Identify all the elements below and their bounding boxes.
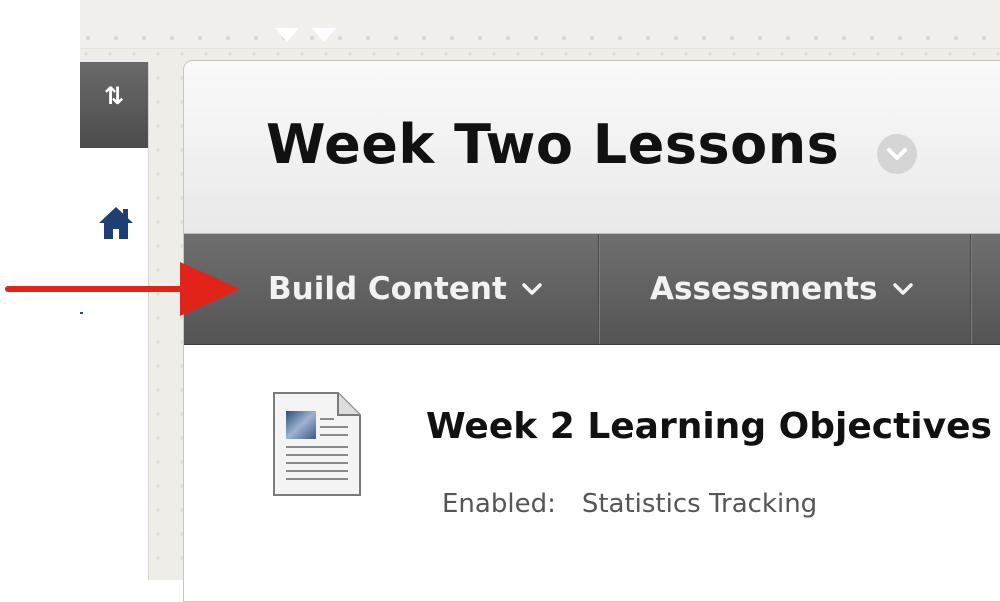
- content-item-title[interactable]: Week 2 Learning Objectives: [426, 406, 992, 447]
- home-icon[interactable]: [97, 205, 135, 241]
- page-title: Week Two Lessons: [266, 113, 840, 176]
- assessments-label: Assessments: [650, 271, 878, 307]
- chevron-down-circle-icon[interactable]: [877, 134, 917, 174]
- build-content-label: Build Content: [268, 271, 507, 307]
- sort-glyph: ⇅: [103, 82, 125, 110]
- meta-value: Statistics Tracking: [581, 489, 818, 519]
- action-bar: Build Content Assessments: [184, 234, 1000, 345]
- meta-label: Enabled:: [442, 489, 556, 519]
- chevron-down-icon: [892, 283, 913, 295]
- build-content-button[interactable]: Build Content: [268, 234, 543, 344]
- red-arrow-icon: [5, 262, 240, 316]
- assessments-button[interactable]: Assessments: [650, 234, 914, 344]
- content-panel: Week Two Lessons Build Content Assessmen…: [183, 60, 1000, 602]
- banner-notch-decoration: [275, 28, 299, 42]
- sort-arrows-icon[interactable]: ⇅: [80, 62, 148, 148]
- page-header: Week Two Lessons: [184, 61, 1000, 234]
- action-bar-divider: [970, 234, 971, 344]
- content-item-meta: Enabled: Statistics Tracking: [442, 489, 817, 519]
- top-banner-strip: [80, 0, 1000, 49]
- document-icon: [273, 392, 361, 496]
- banner-notch-decoration: [312, 28, 336, 42]
- chevron-down-icon: [522, 283, 542, 295]
- action-bar-divider: [598, 234, 599, 344]
